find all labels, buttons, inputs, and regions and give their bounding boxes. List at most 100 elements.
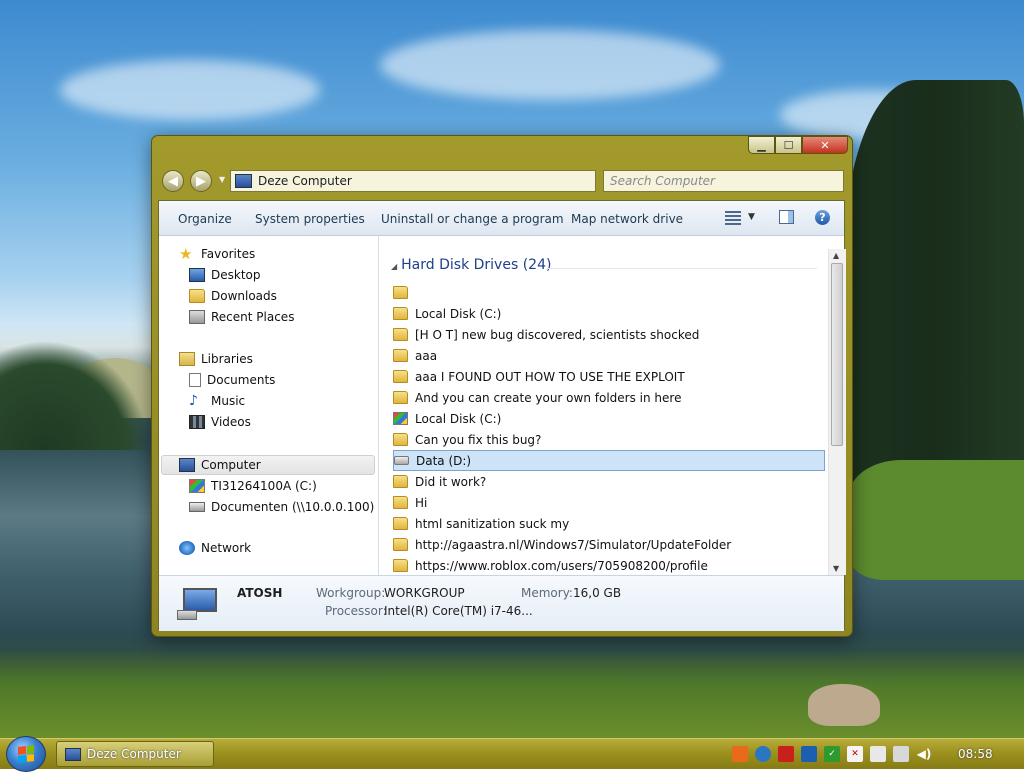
list-item[interactable]: aaa xyxy=(393,345,825,366)
nav-favorites-label: Favorites xyxy=(201,247,256,261)
list-item[interactable]: http://agaastra.nl/Windows7/Simulator/Up… xyxy=(393,534,825,555)
recent-places-icon xyxy=(189,310,205,324)
computer-icon xyxy=(179,458,195,472)
explorer-window[interactable]: ▁ ☐ ✕ ◀ ▶ ▼ Deze Computer Search Compute… xyxy=(151,135,853,637)
list-item-selected[interactable]: Data (D:) xyxy=(393,450,825,471)
folder-icon xyxy=(393,286,408,299)
outlook-icon[interactable] xyxy=(801,746,817,762)
uninstall-program-button[interactable]: Uninstall or change a program xyxy=(381,212,564,226)
nav-drive-c[interactable]: TI31264100A (C:) xyxy=(189,476,317,496)
nav-drive-x-label: Documenten (\\10.0.0.100) (X:) xyxy=(211,500,378,514)
list-item-label: aaa xyxy=(415,348,438,363)
folder-icon xyxy=(393,496,408,509)
folder-icon xyxy=(393,559,408,572)
list-item[interactable]: Hi xyxy=(393,492,825,513)
nav-drive-c-label: TI31264100A (C:) xyxy=(211,479,317,493)
folder-icon xyxy=(393,517,408,530)
organize-button[interactable]: Organize xyxy=(178,212,232,226)
search-input[interactable]: Search Computer xyxy=(603,170,844,192)
nav-favorites[interactable]: ★ Favorites xyxy=(179,244,255,264)
list-item-label: [H O T] new bug discovered, scientists s… xyxy=(415,327,700,342)
command-bar: Organize System properties Uninstall or … xyxy=(159,201,844,236)
folder-icon xyxy=(393,307,408,320)
close-button[interactable]: ✕ xyxy=(802,136,848,154)
list-item-label: Did it work? xyxy=(415,474,487,489)
help-icon[interactable]: ? xyxy=(815,210,830,225)
computer-large-icon xyxy=(177,586,221,620)
nav-videos[interactable]: Videos xyxy=(189,412,251,432)
list-item[interactable]: Local Disk (C:) xyxy=(393,408,825,429)
nav-network-label: Network xyxy=(201,541,252,555)
list-item[interactable]: https://www.roblox.com/users/705908200/p… xyxy=(393,555,825,575)
music-note-icon: ♪ xyxy=(189,393,198,409)
app-orange-icon[interactable] xyxy=(732,746,748,762)
list-item[interactable]: Can you fix this bug? xyxy=(393,429,825,450)
forward-arrow-icon: ▶ xyxy=(196,173,206,189)
change-view-icon[interactable] xyxy=(725,211,741,225)
list-item[interactable]: [H O T] new bug discovered, scientists s… xyxy=(393,324,825,345)
list-item[interactable]: Local Disk (C:) xyxy=(393,303,825,324)
nav-music[interactable]: ♪ Music xyxy=(189,391,245,411)
collapse-triangle-icon: ◢ xyxy=(391,262,398,271)
computer-icon xyxy=(65,747,81,761)
list-item[interactable]: aaa I FOUND OUT HOW TO USE THE EXPLOIT xyxy=(393,366,825,387)
nav-videos-label: Videos xyxy=(211,415,251,429)
pdf-icon[interactable] xyxy=(778,746,794,762)
vertical-scrollbar[interactable]: ▲ ▼ xyxy=(828,249,846,575)
caption-buttons: ▁ ☐ ✕ xyxy=(748,136,848,156)
list-item[interactable]: And you can create your own folders in h… xyxy=(393,387,825,408)
minimize-button[interactable]: ▁ xyxy=(748,136,775,154)
forward-button[interactable]: ▶ xyxy=(190,170,212,192)
navigation-bar: ◀ ▶ ▼ Deze Computer Search Computer xyxy=(162,170,844,192)
list-item-label: Local Disk (C:) xyxy=(415,411,502,426)
nav-desktop[interactable]: Desktop xyxy=(189,265,261,285)
list-item[interactable] xyxy=(393,282,825,303)
forest-right xyxy=(844,80,1024,520)
taskbar-window-button[interactable]: Deze Computer xyxy=(56,741,214,767)
recent-pages-dropdown[interactable]: ▼ xyxy=(219,175,225,184)
flag-x-icon[interactable]: ✕ xyxy=(847,746,863,762)
nav-drive-x[interactable]: Documenten (\\10.0.0.100) (X:) xyxy=(189,497,378,517)
nav-libraries[interactable]: Libraries xyxy=(179,349,253,369)
maximize-button[interactable]: ☐ xyxy=(775,136,802,154)
address-bar[interactable]: Deze Computer xyxy=(230,170,596,192)
workgroup-value: WORKGROUP xyxy=(384,586,465,600)
scroll-down-icon[interactable]: ▼ xyxy=(833,564,839,573)
folder-icon xyxy=(393,349,408,362)
list-item[interactable]: Did it work? xyxy=(393,471,825,492)
scroll-thumb[interactable] xyxy=(831,263,843,446)
list-item[interactable]: html sanitization suck my xyxy=(393,513,825,534)
nav-network[interactable]: Network xyxy=(179,538,251,558)
file-list-pane: ◢ Hard Disk Drives (24) Local Disk (C:) [… xyxy=(379,235,846,575)
view-dropdown-icon[interactable]: ▼ xyxy=(748,212,755,222)
network-globe-icon[interactable] xyxy=(755,746,771,762)
computer-icon xyxy=(235,174,252,188)
battery-icon[interactable] xyxy=(893,746,909,762)
system-drive-icon xyxy=(189,479,205,493)
system-tray: ✓ ✕ ◀) xyxy=(732,746,932,762)
volume-icon[interactable]: ◀) xyxy=(916,746,932,762)
clock[interactable]: 08:58 xyxy=(958,747,993,761)
scroll-up-icon[interactable]: ▲ xyxy=(833,251,839,260)
documents-icon xyxy=(189,373,201,387)
nav-recent-places[interactable]: Recent Places xyxy=(189,307,294,327)
network-drive-icon xyxy=(189,502,205,512)
clipboard-icon[interactable] xyxy=(870,746,886,762)
folder-icon xyxy=(393,538,408,551)
nav-computer-label: Computer xyxy=(201,458,261,472)
system-properties-button[interactable]: System properties xyxy=(255,212,365,226)
list-item-label: html sanitization suck my xyxy=(415,516,570,531)
group-header[interactable]: ◢ Hard Disk Drives (24) xyxy=(391,257,551,273)
list-item-label: http://agaastra.nl/Windows7/Simulator/Up… xyxy=(415,537,732,552)
map-network-drive-button[interactable]: Map network drive xyxy=(571,212,683,226)
cloud xyxy=(60,60,320,120)
shield-check-icon[interactable]: ✓ xyxy=(824,746,840,762)
preview-pane-icon[interactable] xyxy=(779,210,794,224)
nav-computer[interactable]: Computer xyxy=(179,455,261,475)
nav-downloads[interactable]: Downloads xyxy=(189,286,277,306)
start-button[interactable] xyxy=(6,736,46,772)
group-header-label: Hard Disk Drives (24) xyxy=(401,257,552,273)
network-globe-icon xyxy=(179,541,195,555)
nav-documents[interactable]: Documents xyxy=(189,370,275,390)
back-button[interactable]: ◀ xyxy=(162,170,184,192)
